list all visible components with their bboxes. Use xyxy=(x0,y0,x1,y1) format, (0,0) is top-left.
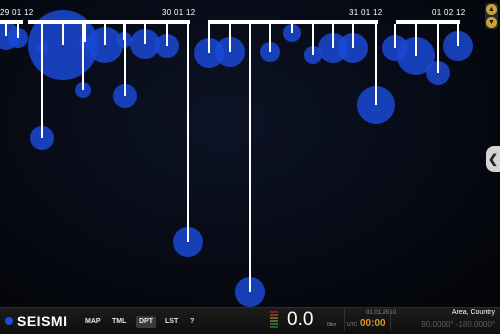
utc-label: UTC xyxy=(347,322,358,328)
day-bracket xyxy=(0,20,23,24)
tab-help[interactable]: ? xyxy=(187,316,197,328)
depth-chart xyxy=(0,10,473,307)
time-readout: 00:00 xyxy=(360,318,386,329)
logo-dot-icon xyxy=(5,317,13,325)
magnitude-meter xyxy=(270,311,278,328)
app-logo: SEISMI xyxy=(17,313,68,329)
day-bracket xyxy=(208,20,378,24)
day-label: 30 01 12 xyxy=(162,8,196,17)
day-bracket xyxy=(396,20,460,24)
quake-bubbles xyxy=(0,10,473,307)
area-readout: Area, Country xyxy=(451,309,495,316)
side-panel-toggle[interactable]: ❮ xyxy=(486,146,500,172)
scroll-controls: ▲ ▼ xyxy=(485,3,498,29)
down-arrow-icon[interactable]: ▼ xyxy=(486,17,497,28)
day-label: 01 02 12 xyxy=(432,8,466,17)
tab-tml[interactable]: TML xyxy=(109,316,129,328)
depth-unit: 0km xyxy=(327,322,337,328)
date-readout: 01.01.2010 xyxy=(366,310,397,316)
divider xyxy=(390,309,391,331)
magnitude-value: 0.0 xyxy=(287,309,314,330)
day-label: 29 01 12 xyxy=(0,8,34,17)
divider xyxy=(344,309,345,331)
tab-lst[interactable]: LST xyxy=(162,316,181,328)
day-bracket xyxy=(28,20,190,24)
day-label: 31 01 12 xyxy=(349,8,383,17)
tab-dpt[interactable]: DPT xyxy=(136,316,156,328)
depth-view: 29 01 12 30 01 12 31 01 12 01 02 12 ▲ ▼ … xyxy=(0,0,500,307)
up-arrow-icon[interactable]: ▲ xyxy=(486,4,497,15)
coordinates-readout: 90.0000° -180.0000° xyxy=(421,320,495,329)
tab-map[interactable]: MAP xyxy=(82,316,104,328)
chevron-left-icon: ❮ xyxy=(487,152,499,166)
